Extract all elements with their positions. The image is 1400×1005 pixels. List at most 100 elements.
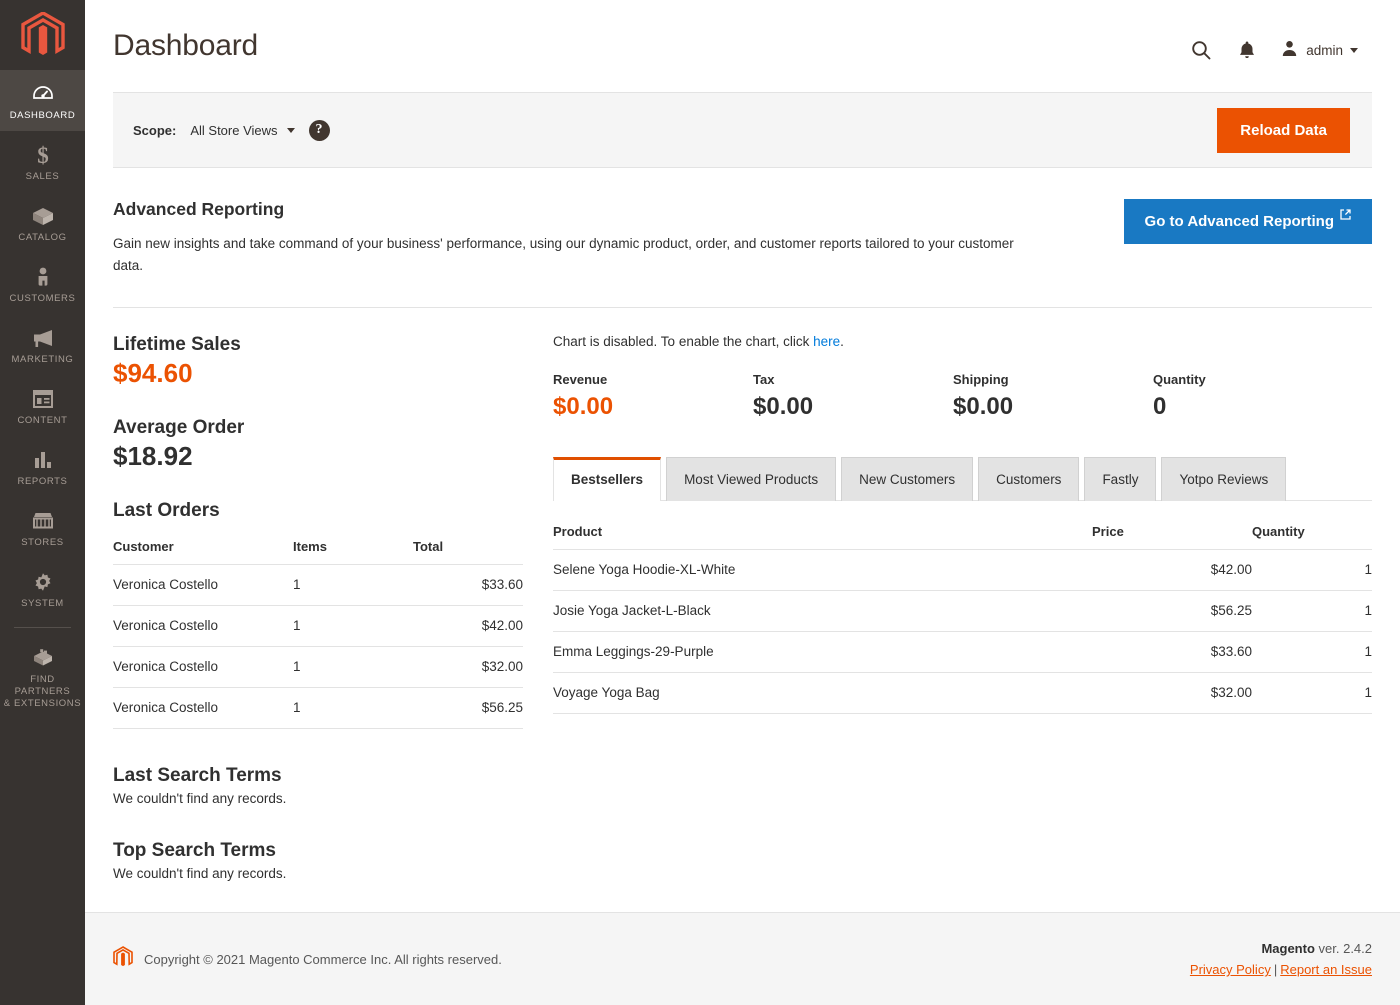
average-order-title: Average Order	[113, 417, 523, 439]
table-row[interactable]: Selene Yoga Hoodie-XL-White $42.00 1	[553, 550, 1372, 591]
sidebar-item-label-line1: Find Partners	[2, 674, 83, 698]
magento-logo-small	[113, 946, 133, 973]
page-footer: Copyright © 2021 Magento Commerce Inc. A…	[85, 912, 1400, 1005]
lifetime-sales-block: Lifetime Sales $94.60	[113, 334, 523, 390]
advanced-reporting-section: Advanced Reporting Gain new insights and…	[113, 168, 1372, 308]
top-search-terms-empty: We couldn't find any records.	[113, 866, 523, 881]
sidebar-item-label: Dashboard	[2, 110, 83, 122]
stat-value: $0.00	[953, 392, 1153, 422]
stat-label: Quantity	[1153, 372, 1353, 387]
storefront-icon	[2, 508, 83, 534]
cell-items: 1	[293, 565, 413, 606]
cell-total: $32.00	[413, 647, 523, 688]
cell-product: Selene Yoga Hoodie-XL-White	[553, 550, 1092, 591]
stat-label: Shipping	[953, 372, 1153, 387]
magento-logo[interactable]	[0, 0, 85, 70]
table-row[interactable]: Veronica Costello 1 $42.00	[113, 606, 523, 647]
privacy-policy-link[interactable]: Privacy Policy	[1190, 962, 1271, 977]
sidebar-item-label-line2: & Extensions	[2, 698, 83, 710]
cell-product: Josie Yoga Jacket-L-Black	[553, 591, 1092, 632]
tab-yotpo-reviews[interactable]: Yotpo Reviews	[1161, 457, 1286, 501]
sidebar-item-catalog[interactable]: Catalog	[0, 192, 85, 253]
cell-quantity: 1	[1252, 673, 1372, 714]
report-issue-link[interactable]: Report an Issue	[1280, 962, 1372, 977]
last-search-terms-empty: We couldn't find any records.	[113, 791, 523, 806]
tab-new-customers[interactable]: New Customers	[841, 457, 973, 501]
sidebar-item-label: Sales	[2, 171, 83, 183]
sidebar-item-label: System	[2, 598, 83, 610]
cell-customer: Veronica Costello	[113, 606, 293, 647]
enable-chart-link[interactable]: here	[813, 334, 840, 349]
tab-most-viewed-products[interactable]: Most Viewed Products	[666, 457, 836, 501]
sidebar-item-reports[interactable]: Reports	[0, 436, 85, 497]
layout-panel-icon	[2, 386, 83, 412]
chart-disabled-notice: Chart is disabled. To enable the chart, …	[553, 334, 1372, 349]
person-icon	[2, 264, 83, 290]
table-row[interactable]: Veronica Costello 1 $33.60	[113, 565, 523, 606]
column-header-price: Price	[1092, 515, 1252, 550]
dashboard-tabs: Bestsellers Most Viewed Products New Cus…	[553, 456, 1372, 501]
cell-total: $42.00	[413, 606, 523, 647]
stat-quantity: Quantity 0	[1153, 372, 1353, 422]
table-row[interactable]: Veronica Costello 1 $32.00	[113, 647, 523, 688]
cell-price: $42.00	[1092, 550, 1252, 591]
sidebar-item-stores[interactable]: Stores	[0, 497, 85, 558]
sidebar-item-content[interactable]: Content	[0, 375, 85, 436]
sidebar-item-dashboard[interactable]: Dashboard	[0, 70, 85, 131]
stat-value: 0	[1153, 392, 1353, 422]
footer-copyright-text: Copyright © 2021 Magento Commerce Inc. A…	[144, 952, 502, 967]
sidebar-item-label: Reports	[2, 476, 83, 488]
advanced-reporting-title: Advanced Reporting	[113, 199, 1023, 220]
tab-bestsellers[interactable]: Bestsellers	[553, 457, 661, 501]
bell-icon[interactable]	[1224, 34, 1270, 66]
store-view-select[interactable]: All Store Views	[190, 123, 294, 138]
advanced-reporting-text: Advanced Reporting Gain new insights and…	[113, 199, 1023, 277]
table-row[interactable]: Veronica Costello 1 $56.25	[113, 688, 523, 729]
sidebar-item-find-partners[interactable]: Find Partners & Extensions	[0, 634, 85, 719]
top-search-terms-block: Top Search Terms We couldn't find any re…	[113, 840, 523, 881]
column-header-customer: Customer	[113, 530, 293, 565]
account-menu[interactable]: admin	[1270, 39, 1372, 61]
scope-label: Scope:	[133, 123, 176, 138]
account-label: admin	[1306, 43, 1343, 58]
cell-price: $56.25	[1092, 591, 1252, 632]
table-row[interactable]: Emma Leggings-29-Purple $33.60 1	[553, 632, 1372, 673]
tab-customers[interactable]: Customers	[978, 457, 1079, 501]
chart-disabled-suffix: .	[840, 334, 844, 349]
sidebar-item-marketing[interactable]: Marketing	[0, 314, 85, 375]
average-order-block: Average Order $18.92	[113, 417, 523, 473]
tab-fastly[interactable]: Fastly	[1084, 457, 1156, 501]
average-order-value: $18.92	[113, 439, 523, 473]
reload-data-button[interactable]: Reload Data	[1217, 108, 1350, 153]
sidebar-item-label: Content	[2, 415, 83, 427]
cell-quantity: 1	[1252, 591, 1372, 632]
question-mark-icon[interactable]: ?	[309, 120, 330, 141]
sidebar-item-system[interactable]: System	[0, 558, 85, 619]
go-to-advanced-reporting-button[interactable]: Go to Advanced Reporting	[1124, 199, 1372, 244]
footer-links: Privacy Policy|Report an Issue	[1190, 962, 1372, 977]
cell-customer: Veronica Costello	[113, 688, 293, 729]
table-row[interactable]: Josie Yoga Jacket-L-Black $56.25 1	[553, 591, 1372, 632]
bestsellers-table: Product Price Quantity Selene Yoga Hoodi…	[553, 515, 1372, 714]
sidebar-item-label: Customers	[2, 293, 83, 305]
sidebar-divider	[14, 627, 71, 628]
summary-stats: Revenue $0.00 Tax $0.00 Shipping $0.00	[553, 372, 1372, 422]
footer-version-group: Magento ver. 2.4.2 Privacy Policy|Report…	[1190, 941, 1372, 977]
lifetime-sales-title: Lifetime Sales	[113, 334, 523, 356]
top-search-terms-title: Top Search Terms	[113, 840, 523, 862]
table-row[interactable]: Voyage Yoga Bag $32.00 1	[553, 673, 1372, 714]
column-header-total: Total	[413, 530, 523, 565]
search-icon[interactable]	[1178, 34, 1224, 66]
lifetime-sales-value: $94.60	[113, 356, 523, 390]
sidebar-item-sales[interactable]: $ Sales	[0, 131, 85, 192]
cell-product: Emma Leggings-29-Purple	[553, 632, 1092, 673]
stat-shipping: Shipping $0.00	[953, 372, 1153, 422]
footer-brand: Magento	[1261, 941, 1314, 956]
stat-label: Tax	[753, 372, 953, 387]
page-header: Dashboard admin	[85, 0, 1400, 92]
sidebar-item-customers[interactable]: Customers	[0, 253, 85, 314]
column-header-product: Product	[553, 515, 1092, 550]
table-header-row: Product Price Quantity	[553, 515, 1372, 550]
external-link-icon	[1340, 209, 1351, 226]
cell-price: $32.00	[1092, 673, 1252, 714]
